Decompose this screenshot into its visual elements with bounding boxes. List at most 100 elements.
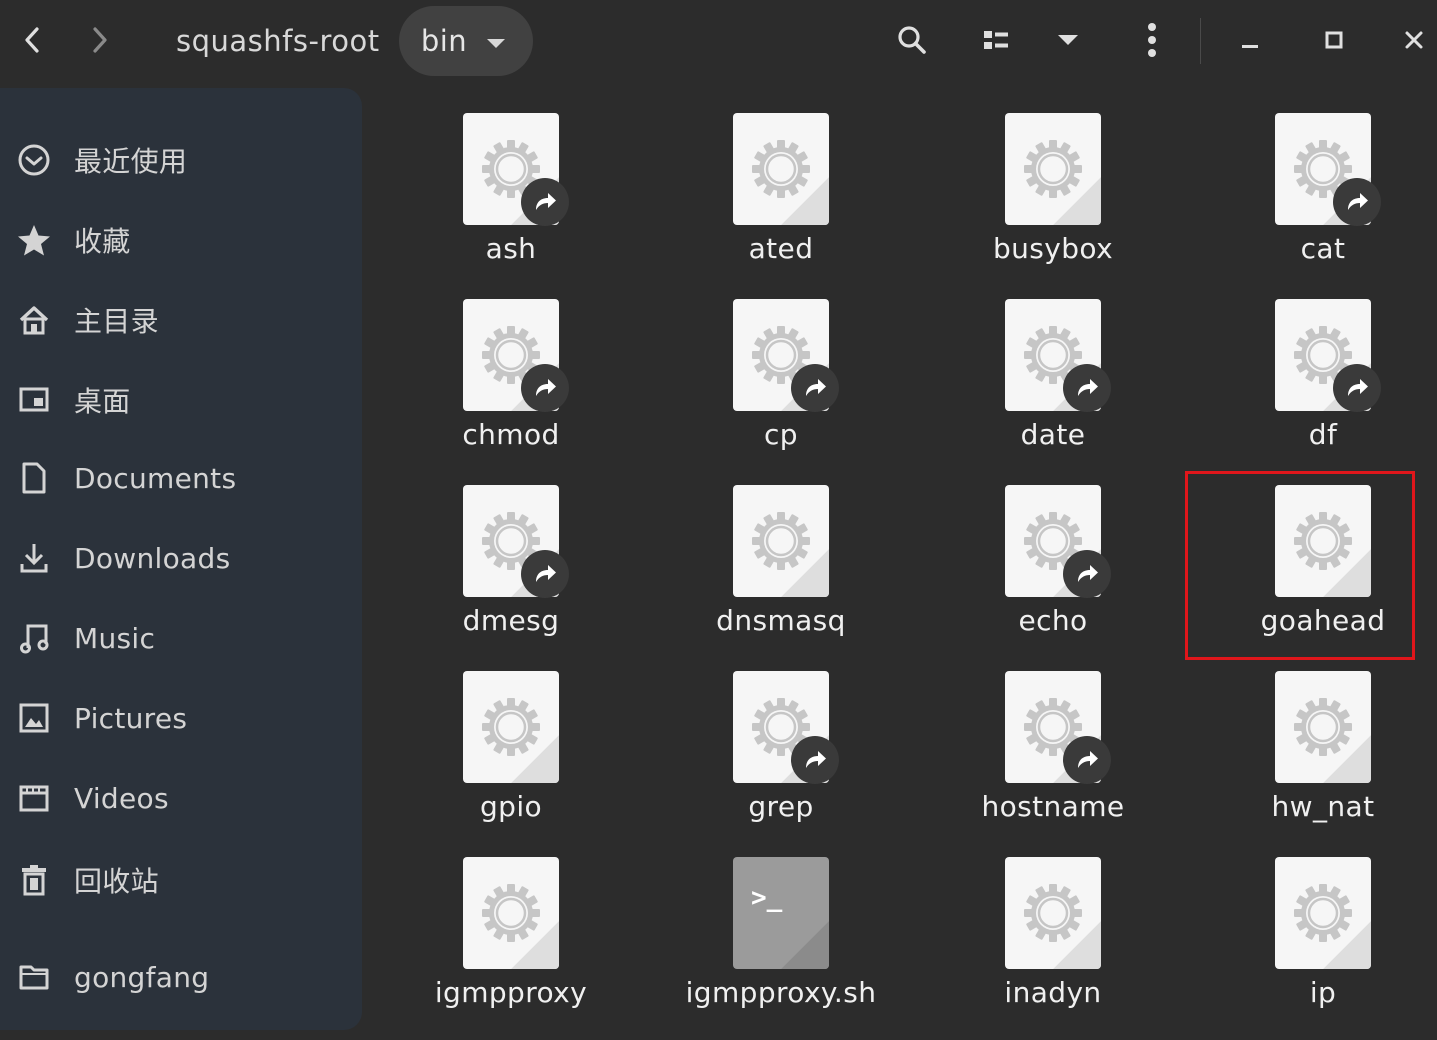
gear-icon: [479, 881, 543, 945]
sidebar-item-pictures[interactable]: Pictures: [0, 681, 362, 755]
gear-icon: [1021, 881, 1085, 945]
symlink-arrow-icon: [1333, 178, 1381, 226]
file-item[interactable]: cp: [656, 282, 906, 458]
file-item[interactable]: dmesg: [386, 468, 636, 644]
symlink-arrow-icon: [791, 736, 839, 784]
menu-button[interactable]: [1124, 12, 1180, 68]
symlink-arrow-icon: [1063, 550, 1111, 598]
sidebar-item-label: 最近使用: [74, 145, 188, 178]
file-item[interactable]: ated: [656, 96, 906, 272]
file-item[interactable]: igmpproxy: [386, 840, 636, 1016]
view-options-button[interactable]: [1040, 12, 1096, 68]
breadcrumb-root-label: squashfs-root: [176, 24, 380, 58]
file-name: cat: [1300, 232, 1346, 265]
sidebar-item-gongfang[interactable]: gongfang: [0, 940, 362, 1014]
document-icon: [16, 460, 52, 496]
forward-button[interactable]: [72, 10, 128, 70]
download-icon: [16, 540, 52, 576]
sidebar-item-label: 桌面: [74, 385, 131, 418]
file-name: gpio: [479, 790, 543, 823]
back-icon: [25, 27, 39, 53]
executable-file-icon: [1275, 857, 1371, 969]
sidebar-item-music[interactable]: Music: [0, 601, 362, 675]
executable-file-icon: [733, 113, 829, 225]
file-item[interactable]: dnsmasq: [656, 468, 906, 644]
breadcrumb-root[interactable]: squashfs-root: [176, 6, 380, 76]
file-name: hw_nat: [1271, 790, 1375, 823]
executable-file-icon: [463, 671, 559, 783]
symlink-arrow-icon: [1333, 364, 1381, 412]
sidebar-item-label: 主目录: [74, 305, 159, 338]
sidebar-item-label: Videos: [74, 781, 169, 815]
file-item[interactable]: echo: [928, 468, 1178, 644]
list-view-icon: [984, 31, 1008, 49]
star-icon: [16, 222, 52, 258]
file-name: df: [1308, 418, 1338, 451]
sidebar-item-desktop[interactable]: 桌面: [0, 363, 362, 437]
chevron-down-icon: [487, 38, 506, 48]
file-name: igmpproxy.sh: [685, 976, 877, 1009]
file-item[interactable]: busybox: [928, 96, 1178, 272]
desktop-icon: [16, 382, 52, 418]
file-item[interactable]: >_ igmpproxy.sh: [656, 840, 906, 1016]
file-item[interactable]: gpio: [386, 654, 636, 830]
header-separator: [1200, 18, 1201, 64]
file-item[interactable]: hw_nat: [1198, 654, 1437, 830]
maximize-icon: [1325, 31, 1343, 49]
breadcrumb-current[interactable]: bin: [399, 6, 533, 76]
gear-icon: [1291, 695, 1355, 759]
selection-highlight: [1185, 471, 1415, 660]
minimize-icon: [1242, 45, 1258, 48]
music-icon: [16, 620, 52, 656]
breadcrumb-current-label: bin: [420, 24, 468, 58]
file-item[interactable]: hostname: [928, 654, 1178, 830]
file-item[interactable]: grep: [656, 654, 906, 830]
sidebar-item-downloads[interactable]: Downloads: [0, 521, 362, 595]
maximize-button[interactable]: [1306, 12, 1362, 68]
close-button[interactable]: [1390, 12, 1437, 68]
file-name: inadyn: [1004, 976, 1102, 1009]
search-button[interactable]: [884, 12, 940, 68]
home-icon: [16, 302, 52, 338]
list-view-button[interactable]: [966, 12, 1026, 68]
file-item[interactable]: df: [1198, 282, 1437, 458]
executable-file-icon: [1005, 113, 1101, 225]
sidebar-item-trash[interactable]: 回收站: [0, 843, 362, 917]
file-item[interactable]: inadyn: [928, 840, 1178, 1016]
sidebar-item-label: 回收站: [74, 865, 159, 898]
file-name: echo: [1018, 604, 1088, 637]
close-icon: [1405, 31, 1422, 49]
file-name: cp: [764, 418, 798, 451]
sidebar-item-label: 收藏: [74, 225, 131, 258]
file-item[interactable]: ip: [1198, 840, 1437, 1016]
sidebar-item-recent[interactable]: 最近使用: [0, 123, 362, 197]
executable-file-icon: [463, 857, 559, 969]
back-button[interactable]: [4, 10, 60, 70]
executable-file-icon: [1005, 857, 1101, 969]
file-name: chmod: [462, 418, 560, 451]
file-item[interactable]: chmod: [386, 282, 636, 458]
gear-icon: [1021, 137, 1085, 201]
sidebar-item-label: gongfang: [74, 960, 210, 994]
page-fold: [781, 921, 829, 969]
sidebar-item-videos[interactable]: Videos: [0, 761, 362, 835]
file-name: hostname: [981, 790, 1125, 823]
recent-icon: [16, 142, 52, 178]
symlink-arrow-icon: [521, 550, 569, 598]
sidebar-item-home[interactable]: 主目录: [0, 283, 362, 357]
file-item[interactable]: ash: [386, 96, 636, 272]
file-name: busybox: [992, 232, 1114, 265]
kebab-menu-icon: [1148, 23, 1156, 57]
forward-icon: [93, 27, 107, 53]
gear-icon: [479, 695, 543, 759]
view-options-icon: [1058, 35, 1078, 45]
minimize-button[interactable]: [1222, 12, 1278, 68]
file-name: ated: [748, 232, 814, 265]
trash-icon: [16, 862, 52, 898]
sidebar-item-starred[interactable]: 收藏: [0, 203, 362, 277]
file-item[interactable]: date: [928, 282, 1178, 458]
sidebar-item-documents[interactable]: Documents: [0, 441, 362, 515]
folder-icon: [16, 959, 52, 995]
picture-icon: [16, 700, 52, 736]
file-item[interactable]: cat: [1198, 96, 1437, 272]
